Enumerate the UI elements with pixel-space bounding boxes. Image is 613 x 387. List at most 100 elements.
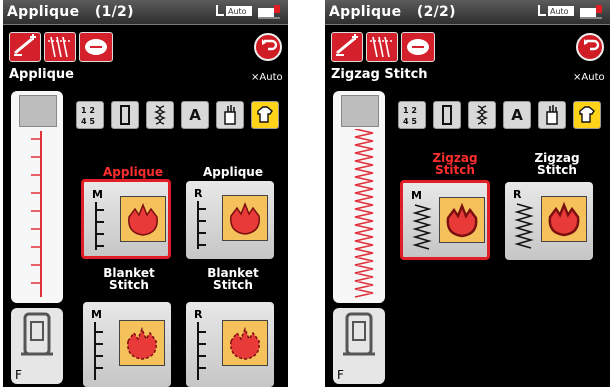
memory-icon [407, 39, 429, 55]
memory-button[interactable] [79, 32, 113, 62]
stitch-scale-icon [197, 322, 206, 380]
stitch-button-zigzag-r[interactable]: R [505, 182, 593, 260]
category-quilt-tab[interactable] [538, 101, 566, 129]
presser-foot-code: F [15, 368, 22, 382]
screen-title: Applique (2/2) [329, 4, 456, 20]
stitch-scale-icon [94, 322, 103, 380]
category-quilt-tab[interactable] [216, 101, 244, 129]
presser-foot-code: F [337, 368, 344, 382]
zigzag-scale-icon [514, 203, 534, 249]
tulip-applique-icon [230, 201, 260, 235]
svg-text:Auto: Auto [550, 7, 569, 16]
stitch-mode-mark: M [411, 189, 422, 202]
applique-screen-page-1: Applique (1/2) Auto Applique ⨯Auto F 1 2… [3, 0, 288, 387]
stitch-label-applique-r: Applique [203, 165, 263, 179]
bobbin-thread-icon [580, 5, 602, 19]
stitch-pattern-preview [541, 196, 587, 242]
zigzag-stitch-preview [354, 129, 374, 298]
stitch-button-blanket-m[interactable]: M [83, 302, 171, 387]
quilt-hand-icon [546, 105, 558, 125]
stitch-pattern-preview [119, 320, 165, 366]
category-buttonhole-tab[interactable] [111, 101, 139, 129]
stitch-scale-icon [95, 202, 104, 250]
auto-presser-icon: Auto [538, 5, 574, 16]
svg-text:4 5: 4 5 [81, 117, 95, 126]
stitch-mode-mark: M [92, 188, 103, 201]
fabric-preview-thumbnail [19, 95, 57, 127]
stitch-pattern-preview [439, 197, 485, 243]
edit-stitch-button[interactable] [9, 32, 41, 62]
stitch-setting-button[interactable] [44, 32, 76, 62]
svg-text:1 2: 1 2 [403, 106, 417, 115]
svg-text:1 2: 1 2 [81, 106, 95, 115]
tulip-blanket-icon [127, 326, 157, 360]
category-letters-tab[interactable]: A [503, 101, 531, 129]
presser-foot-indicator: F [333, 308, 385, 384]
stitch-pattern-preview [120, 196, 166, 242]
fabric-preview-thumbnail [341, 95, 379, 127]
stitch-mode-mark: R [513, 188, 522, 201]
quilt-hand-icon [224, 105, 236, 125]
needle-setting-icon [370, 36, 394, 58]
stitch-preview-strip [11, 91, 63, 303]
stitch-pattern-preview [222, 320, 268, 366]
screen-title: Applique (1/2) [7, 4, 134, 20]
stitch-edit-icon [336, 34, 358, 56]
applique-screen-page-2: Applique (2/2) Auto Zigzag Stitch ⨯Auto … [325, 0, 610, 387]
bobbin-thread-icon [258, 5, 280, 19]
category-applique-tab[interactable] [251, 101, 279, 129]
stitch-scale-icon [197, 201, 206, 249]
stitch-label-zigzag-m: Zigzag Stitch [432, 151, 478, 177]
tulip-applique-icon [128, 202, 158, 236]
category-utility-tab[interactable]: 1 24 5 [398, 101, 426, 129]
stitch-preview-strip [333, 91, 385, 303]
zigzag-scale-icon [412, 204, 432, 250]
svg-text:4 5: 4 5 [403, 117, 417, 126]
category-buttonhole-tab[interactable] [433, 101, 461, 129]
stitch-edit-icon [14, 34, 36, 56]
buttonhole-icon [442, 105, 452, 125]
category-decorative-tab[interactable] [468, 101, 496, 129]
stitch-label-applique-m: Applique [103, 165, 163, 179]
buttonhole-icon [120, 105, 130, 125]
return-arrow-icon [262, 39, 278, 51]
stitch-setting-button[interactable] [366, 32, 398, 62]
stitch-button-applique-r[interactable]: R [186, 181, 274, 259]
back-button[interactable] [254, 33, 282, 61]
back-button[interactable] [576, 33, 604, 61]
decorative-stitch-icon [154, 105, 166, 125]
auto-cutter-indicator: ⨯Auto [251, 72, 283, 83]
tulip-zigzag-icon [548, 201, 580, 237]
stitch-mode-mark: R [194, 308, 203, 321]
memory-icon [85, 39, 107, 55]
applique-shirt-icon [579, 106, 595, 123]
stitch-mode-mark: M [91, 308, 102, 321]
stitch-mode-mark: R [194, 187, 203, 200]
stitch-button-blanket-r[interactable]: R [186, 302, 274, 387]
category-utility-tab[interactable]: 1 24 5 [76, 101, 104, 129]
stitch-pattern-preview [222, 195, 268, 241]
edit-stitch-button[interactable] [331, 32, 363, 62]
svg-text:Auto: Auto [228, 7, 247, 16]
stitch-button-zigzag-m[interactable]: M [400, 180, 490, 260]
pattern-name: Applique [9, 67, 74, 82]
auto-cutter-indicator: ⨯Auto [573, 72, 605, 83]
utility-stitch-icon: 1 24 5 [403, 106, 417, 126]
presser-foot-icon [343, 312, 375, 356]
applique-shirt-icon [257, 106, 273, 123]
title-bar: Applique (2/2) Auto [325, 0, 610, 25]
needle-setting-icon [48, 36, 72, 58]
presser-foot-indicator: F [11, 308, 63, 384]
category-decorative-tab[interactable] [146, 101, 174, 129]
utility-stitch-icon: 1 24 5 [81, 106, 95, 126]
tulip-blanket-icon [230, 326, 260, 360]
tulip-zigzag-icon [446, 202, 478, 238]
category-letters-tab[interactable]: A [181, 101, 209, 129]
memory-button[interactable] [401, 32, 435, 62]
category-applique-tab[interactable] [573, 101, 601, 129]
applique-stitch-preview [31, 131, 42, 297]
stitch-label-blanket-m: Blanket Stitch [103, 266, 155, 292]
stitch-label-blanket-r: Blanket Stitch [207, 266, 259, 292]
decorative-stitch-icon [476, 105, 488, 125]
stitch-button-applique-m[interactable]: M [81, 179, 171, 259]
